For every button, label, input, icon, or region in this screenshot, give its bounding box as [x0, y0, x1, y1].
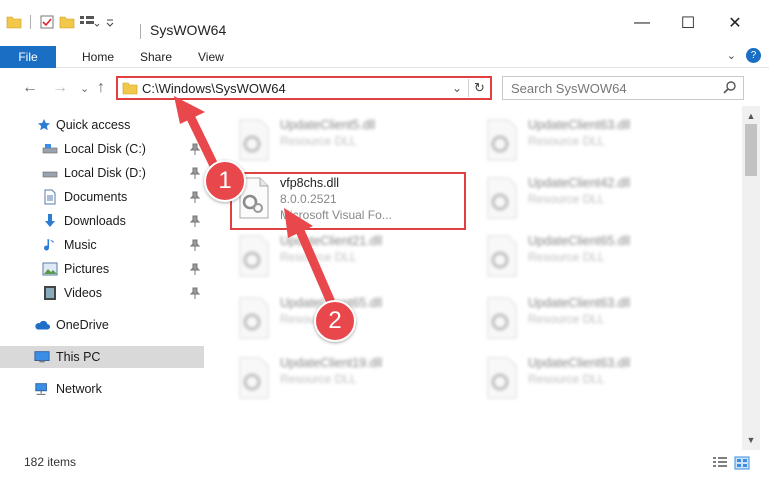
file-item[interactable]: UpdateClient19.dll Resource DLL: [230, 350, 460, 406]
large-icons-view-icon[interactable]: [734, 456, 750, 470]
file-item[interactable]: UpdateClient63.dll Resource DLL: [478, 290, 708, 346]
expand-ribbon-button[interactable]: ⌄: [727, 49, 736, 62]
music-icon: [42, 237, 58, 253]
documents-icon: [42, 189, 58, 205]
videos-icon: [42, 285, 58, 301]
title-bar: SysWOW64 — ☐ ✕: [0, 0, 769, 42]
file-item[interactable]: UpdateClient65.dll Resource DLL: [478, 228, 708, 284]
folder-icon: [122, 82, 138, 95]
nav-item-network[interactable]: Network: [0, 378, 204, 400]
scroll-up-icon[interactable]: ▲: [742, 108, 760, 124]
tab-share[interactable]: Share: [140, 46, 172, 68]
star-icon: [36, 117, 52, 133]
address-dropdown-button[interactable]: ⌄: [452, 81, 462, 95]
dll-file-icon: [234, 234, 274, 278]
scroll-thumb[interactable]: [745, 124, 757, 176]
properties-icon[interactable]: [39, 14, 55, 30]
item-count: 182 items: [24, 455, 77, 469]
dll-file-icon: [234, 118, 274, 162]
dll-file-icon: [482, 356, 522, 400]
status-bar: 182 items: [0, 450, 769, 474]
vertical-scrollbar[interactable]: ▲ ▼: [742, 106, 760, 450]
downloads-icon: [42, 213, 58, 229]
dropdown-arrow-icon[interactable]: [105, 14, 115, 30]
close-button[interactable]: ✕: [712, 8, 758, 38]
scroll-down-icon[interactable]: ▼: [742, 432, 760, 448]
minimize-button[interactable]: —: [619, 8, 665, 38]
details-view-icon[interactable]: [712, 456, 728, 470]
file-highlight-box: [230, 172, 466, 230]
file-item[interactable]: UpdateClient21.dll Resource DLL: [230, 228, 460, 284]
folder-icon[interactable]: [6, 14, 22, 30]
tab-view[interactable]: View: [198, 46, 224, 68]
nav-item-local-disk-c[interactable]: Local Disk (C:): [0, 138, 204, 160]
pin-icon[interactable]: [190, 263, 200, 275]
recent-locations-button[interactable]: ⌄: [80, 82, 89, 95]
ribbon-tabs: File Home Share View ⌄ ?: [0, 46, 769, 68]
address-bar[interactable]: C:\Windows\SysWOW64 ⌄ ↻: [116, 76, 492, 100]
tab-file[interactable]: File: [0, 46, 56, 68]
nav-item-music[interactable]: Music: [0, 234, 204, 256]
explorer-window: SysWOW64 — ☐ ✕ File Home Share View ⌄ ? …: [0, 0, 769, 481]
dll-file-icon: [234, 356, 274, 400]
dll-file-icon: [234, 296, 274, 340]
search-box[interactable]: Search SysWOW64: [502, 76, 744, 100]
step-badge-1: 1: [204, 160, 246, 202]
cloud-icon: [34, 317, 50, 333]
pin-icon[interactable]: [190, 215, 200, 227]
back-button[interactable]: ←: [22, 79, 38, 97]
ribbon-right-controls: ⌄ ?: [727, 48, 761, 63]
pin-icon[interactable]: [190, 143, 200, 155]
drive-icon: [42, 141, 58, 157]
new-folder-icon[interactable]: [59, 14, 75, 30]
maximize-button[interactable]: ☐: [665, 8, 711, 38]
quick-access-toolbar: [6, 12, 115, 32]
up-button[interactable]: ↑: [97, 79, 105, 97]
dll-file-icon: [482, 296, 522, 340]
help-button[interactable]: ?: [746, 48, 761, 63]
tab-home[interactable]: Home: [82, 46, 114, 68]
file-item[interactable]: UpdateClient5.dll Resource DLL: [230, 112, 460, 168]
nav-item-documents[interactable]: Documents: [0, 186, 204, 208]
step-badge-2: 2: [314, 300, 356, 342]
search-input[interactable]: Search SysWOW64: [511, 81, 627, 96]
dll-file-icon: [482, 176, 522, 220]
pin-icon[interactable]: [190, 167, 200, 179]
nav-item-downloads[interactable]: Downloads: [0, 210, 204, 232]
file-item[interactable]: UpdateClient63.dll Resource DLL: [478, 350, 708, 406]
navigation-pane: Quick access Local Disk (C:) Local Disk …: [0, 110, 206, 446]
address-path: C:\Windows\SysWOW64: [142, 81, 286, 96]
file-item[interactable]: UpdateClient63.dll Resource DLL: [478, 112, 708, 168]
dll-file-icon: [482, 118, 522, 162]
customize-qat-icon[interactable]: [79, 14, 101, 30]
network-icon: [34, 381, 50, 397]
file-list: UpdateClient5.dll Resource DLL vfp8chs.d…: [206, 106, 742, 446]
forward-button[interactable]: →: [52, 79, 68, 97]
computer-icon: [34, 349, 50, 365]
nav-item-videos[interactable]: Videos: [0, 282, 204, 304]
nav-item-this-pc[interactable]: This PC: [0, 346, 204, 368]
search-icon: [723, 81, 736, 94]
window-title: SysWOW64: [139, 22, 227, 39]
dll-file-icon: [482, 234, 522, 278]
pin-icon[interactable]: [190, 287, 200, 299]
nav-item-quick-access[interactable]: Quick access: [0, 114, 204, 136]
nav-item-onedrive[interactable]: OneDrive: [0, 314, 204, 336]
pin-icon[interactable]: [190, 191, 200, 203]
pictures-icon: [42, 261, 58, 277]
nav-item-pictures[interactable]: Pictures: [0, 258, 204, 280]
navigation-row: ← → ⌄ ↑ C:\Windows\SysWOW64 ⌄ ↻ Search S…: [0, 70, 769, 106]
pin-icon[interactable]: [190, 239, 200, 251]
refresh-button[interactable]: ↻: [468, 79, 490, 97]
file-item[interactable]: UpdateClient42.dll Resource DLL: [478, 170, 708, 226]
drive-icon: [42, 165, 58, 181]
nav-item-local-disk-d[interactable]: Local Disk (D:): [0, 162, 204, 184]
